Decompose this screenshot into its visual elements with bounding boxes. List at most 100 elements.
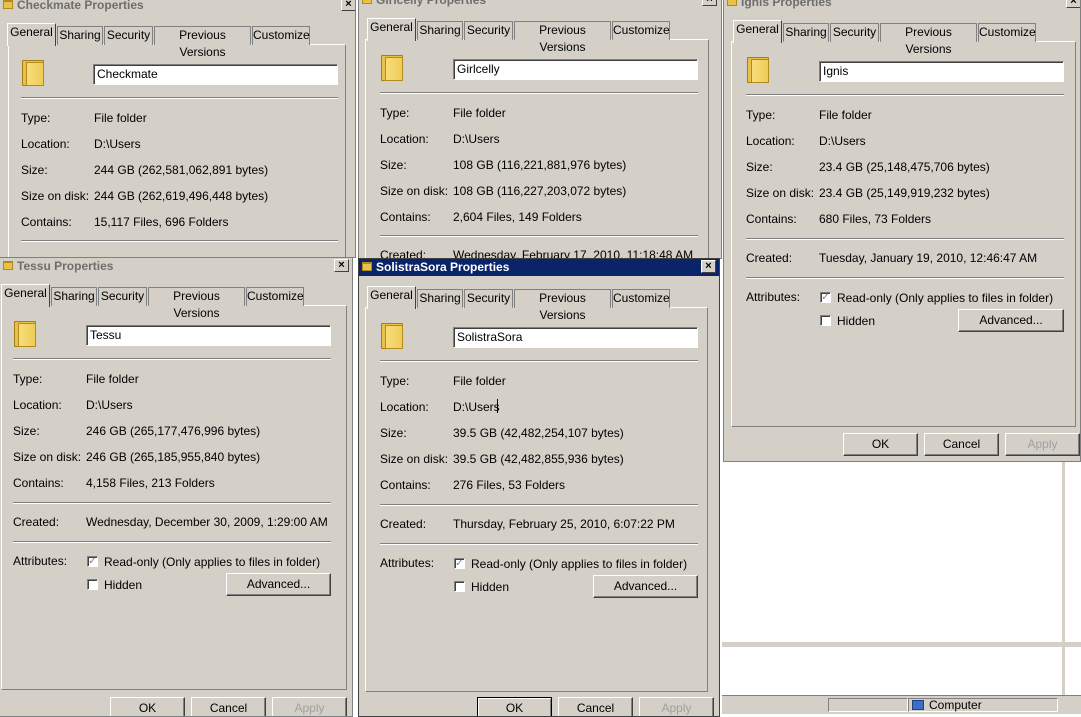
location-value: D:\Users <box>453 132 500 146</box>
location-value: D:\Users <box>819 134 866 148</box>
tab-customize[interactable]: Customize <box>612 21 670 40</box>
hidden-checkbox[interactable] <box>820 315 831 326</box>
type-label: Type: <box>21 111 51 125</box>
close-button[interactable]: × <box>341 0 355 11</box>
hidden-checkbox[interactable] <box>454 581 465 592</box>
separator <box>21 240 338 242</box>
tab-customize[interactable]: Customize <box>252 26 310 45</box>
tab-sharing[interactable]: Sharing <box>57 26 103 45</box>
size-on-disk-label: Size on disk: <box>380 452 449 466</box>
close-button[interactable]: × <box>702 0 717 6</box>
size-value: 39.5 GB (42,482,254,107 bytes) <box>453 426 624 440</box>
general-tab-panel <box>731 41 1076 427</box>
apply-button[interactable]: Apply <box>272 697 347 716</box>
attributes-label: Attributes: <box>13 554 68 568</box>
cancel-button[interactable]: Cancel <box>191 697 266 716</box>
tab-general[interactable]: General <box>367 18 416 41</box>
girlcelly-properties-window: Girlcelly Properties × General Sharing S… <box>358 0 722 259</box>
size-on-disk-label: Size on disk: <box>21 189 90 203</box>
explorer-horizontal-divider <box>722 642 1081 647</box>
type-value: File folder <box>453 106 506 120</box>
tab-previous-versions[interactable]: Previous Versions <box>880 23 977 56</box>
folder-name-input[interactable]: Tessu <box>86 325 331 346</box>
close-button[interactable]: × <box>1066 0 1080 8</box>
attributes-label: Attributes: <box>746 290 801 304</box>
hidden-label: Hidden <box>104 578 143 592</box>
ok-button[interactable]: OK <box>477 697 552 716</box>
folder-name-input[interactable]: Checkmate <box>93 64 338 85</box>
type-label: Type: <box>746 108 776 122</box>
tab-security[interactable]: Security <box>104 26 153 45</box>
readonly-label: Read-only (Only applies to files in fold… <box>471 557 688 571</box>
type-label: Type: <box>380 374 410 388</box>
folder-icon <box>3 261 13 270</box>
tab-sharing[interactable]: Sharing <box>783 23 829 42</box>
title-bar: Ignis Properties × <box>724 0 1080 11</box>
folder-icon <box>362 262 372 271</box>
separator <box>380 360 698 362</box>
created-label: Created: <box>380 517 427 531</box>
size-label: Size: <box>13 424 40 438</box>
tab-previous-versions[interactable]: Previous Versions <box>514 21 611 54</box>
location-value[interactable]: D:\Users <box>453 400 500 414</box>
readonly-checkbox[interactable]: ✓ <box>87 556 98 567</box>
folder-name-input[interactable]: Ignis <box>819 61 1064 82</box>
contains-value: 680 Files, 73 Folders <box>819 212 932 226</box>
tab-general[interactable]: General <box>1 284 50 307</box>
readonly-checkbox[interactable]: ✓ <box>454 558 465 569</box>
tab-customize[interactable]: Customize <box>246 287 304 306</box>
tab-sharing[interactable]: Sharing <box>417 289 463 308</box>
separator <box>13 502 331 504</box>
close-button[interactable]: × <box>334 259 349 272</box>
title-bar: Tessu Properties × <box>0 258 352 275</box>
explorer-vertical-divider <box>1062 462 1065 713</box>
created-label: Created: <box>746 251 793 265</box>
size-value: 244 GB (262,581,062,891 bytes) <box>94 163 269 177</box>
tab-sharing[interactable]: Sharing <box>417 21 463 40</box>
tab-customize[interactable]: Customize <box>612 289 670 308</box>
size-on-disk-label: Size on disk: <box>380 184 449 198</box>
cancel-button[interactable]: Cancel <box>924 433 999 456</box>
tab-security[interactable]: Security <box>464 289 513 308</box>
tab-security[interactable]: Security <box>98 287 147 306</box>
ok-button[interactable]: OK <box>110 697 185 716</box>
close-icon: × <box>338 259 345 271</box>
cancel-button[interactable]: Cancel <box>558 697 633 716</box>
advanced-button[interactable]: Advanced... <box>958 309 1064 332</box>
tab-general[interactable]: General <box>367 286 416 309</box>
hidden-label: Hidden <box>837 314 876 328</box>
tab-security[interactable]: Security <box>830 23 879 42</box>
tab-previous-versions[interactable]: Previous Versions <box>154 26 251 59</box>
tab-general[interactable]: General <box>733 20 782 43</box>
ok-button[interactable]: OK <box>843 433 918 456</box>
tab-security[interactable]: Security <box>464 21 513 40</box>
folder-name-input[interactable]: SolistraSora <box>453 327 698 348</box>
window-title: Checkmate Properties <box>17 0 144 12</box>
tab-previous-versions[interactable]: Previous Versions <box>148 287 245 320</box>
readonly-label: Read-only (Only applies to files in fold… <box>104 555 321 569</box>
folder-name-input[interactable]: Girlcelly <box>453 59 698 80</box>
close-icon: × <box>345 0 352 10</box>
separator <box>380 235 698 237</box>
apply-button[interactable]: Apply <box>1005 433 1080 456</box>
close-icon: × <box>705 260 712 272</box>
tab-customize[interactable]: Customize <box>978 23 1036 42</box>
tab-general[interactable]: General <box>7 23 56 46</box>
folder-icon <box>381 53 403 81</box>
tab-sharing[interactable]: Sharing <box>51 287 97 306</box>
location-label: Location: <box>746 134 795 148</box>
advanced-button[interactable]: Advanced... <box>226 573 331 596</box>
window-title: Ignis Properties <box>741 0 832 9</box>
close-icon: × <box>1070 0 1077 7</box>
size-value: 108 GB (116,221,881,976 bytes) <box>453 158 627 172</box>
window-title: Girlcelly Properties <box>376 0 487 7</box>
readonly-checkbox[interactable]: ✓ <box>820 292 831 303</box>
close-button[interactable]: × <box>701 260 716 273</box>
location-label: Location: <box>13 398 62 412</box>
apply-button[interactable]: Apply <box>639 697 714 716</box>
separator <box>746 277 1064 279</box>
folder-icon <box>22 58 44 86</box>
tab-previous-versions[interactable]: Previous Versions <box>514 289 611 322</box>
hidden-checkbox[interactable] <box>87 579 98 590</box>
advanced-button[interactable]: Advanced... <box>593 575 698 598</box>
